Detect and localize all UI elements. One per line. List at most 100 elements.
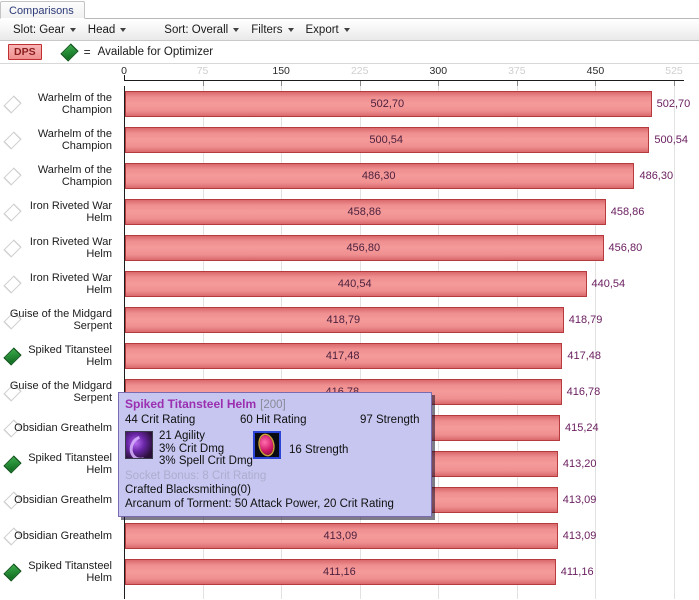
tooltip-gem1-line-1: 21 Agility [159,430,206,442]
menu-item-sort-overall[interactable]: Sort: Overall [158,20,245,40]
menu-item-head[interactable]: Head [82,20,133,40]
bar-row-label: Iron Riveted War Helm [29,235,112,261]
bar[interactable] [125,343,563,369]
x-axis-tick-labels: 0 75 150 225 300 375 450 525 [0,64,699,80]
tooltip-item-name: Spiked Titansteel Helm [125,397,257,411]
bar-row[interactable]: Obsidian Greathelm413,09413,09 [0,518,699,554]
legend-bar: DPS = Available for Optimizer [0,41,699,64]
bar-value-label: 486,30 [639,170,674,182]
menu-item-label: Head [87,23,116,36]
green-diamond-icon [59,42,79,62]
tooltip-gem1-line-2: 3% Crit Dmg [159,442,225,455]
x-axis-tick-label: 225 [350,65,369,77]
x-axis-tick-mark [359,81,361,86]
bar-row[interactable]: Guise of the Midgard Serpent 418,79 418,79 [0,302,699,338]
chevron-down-icon [343,27,350,32]
comparison-chart: 0 75 150 225 300 375 450 525 Warhelm of the Cha… [0,64,699,599]
legend-label: Available for Optimizer [97,46,214,58]
bar-row[interactable]: Spiked Titansteel Helm 417,48 417,48 [0,338,699,374]
pink-gem-icon [252,431,281,459]
tooltip-stat-2: 60 Hit Rating [240,414,307,426]
chevron-down-icon [287,27,294,32]
tooltip-socket-bonus: Socket Bonus: 8 Crit Rating [125,469,267,482]
bar-value-label: 415,24 [565,422,599,434]
bar-row-label: Spiked Titansteel Helm [28,343,112,369]
chevron-down-icon [69,27,76,32]
bar-row[interactable]: Warhelm of the Champion 502,70 502,70 [0,86,699,122]
chevron-down-icon [120,27,127,32]
tooltip-enchant-line: Arcanum of Torment: 50 Attack Power, 20 … [125,497,394,510]
x-axis-tick-label: 450 [586,65,605,77]
menu-item-label: Export [305,23,339,36]
bar-value-label: 502,70 [656,98,691,110]
bar-value-label: 417,48 [567,350,602,362]
x-axis-tick-mark [595,81,597,86]
bar-value-label: 440,54 [591,278,626,290]
bar-row-label: Iron Riveted War Helm [29,271,112,297]
menu-item-label: Sort: Overall [164,23,229,36]
purple-gem-icon [125,431,153,459]
bar-value-label: 500,54 [654,134,689,146]
bar-row[interactable]: Iron Riveted War Helm 456,80 456,80 [0,230,699,266]
bar-row-label: Warhelm of the Champion [37,91,112,117]
x-axis-tick-label: 525 [665,65,683,77]
bar-row[interactable]: Warhelm of the Champion 500,54 500,54 [0,122,699,158]
tooltip-stat-3: 97 Strength [360,414,420,426]
x-axis-tick-mark [281,81,283,86]
bar-row-label: Spiked Titansteel Helm [28,451,112,477]
tooltip-item-level: [200] [260,399,286,411]
menu-item-export[interactable]: Export [300,20,356,40]
x-axis-tick-mark [438,81,440,86]
tooltip-stats-row: 44 Crit Rating 60 Hit Rating 97 Strength [125,414,425,426]
x-axis-tick-mark [516,81,518,86]
tooltip-gems-row: 21 Agility 3% Crit Dmg 3% Spell Crit Dmg… [125,430,425,469]
tooltip-crafted-line: Crafted Blacksmithing(0) [125,483,251,496]
tooltip-gem1-line-3: 3% Spell Crit Dmg [159,455,253,467]
bar-row[interactable]: Iron Riveted War Helm 440,54 440,54 [0,266,699,302]
tooltip-gem1-text: 21 Agility 3% Crit Dmg 3% Spell Crit Dmg [159,430,253,469]
bar-row[interactable]: Iron Riveted War Helm 458,86 458,86 [0,194,699,230]
tooltip-stat-1: 44 Crit Rating [125,414,196,426]
bar[interactable] [125,271,587,297]
x-axis-tick-mark [202,81,204,86]
x-axis-tick-mark [124,75,125,81]
legend-equals-sign: = [83,45,91,59]
menu-item-label: Slot: Gear [13,23,65,36]
bar[interactable] [125,307,564,333]
dps-badge[interactable]: DPS [8,44,42,60]
bar-row-label: Spiked Titansteel Helm [28,559,112,585]
x-axis-tick-label: 375 [508,65,526,77]
bar-value-label: 418,79 [568,314,603,326]
tooltip-title-row: Spiked Titansteel Helm [200] [125,397,425,411]
bar-row-label: Warhelm of the Champion [37,127,112,153]
bar-row-label: Guise of the Midgard Serpent [9,379,112,405]
item-tooltip: Spiked Titansteel Helm [200] 44 Crit Rati… [118,392,432,517]
bar-row[interactable]: Warhelm of the Champion 486,30 486,30 [0,158,699,194]
menu-bar: Slot: Gear Head Sort: Overall Filters Export [0,19,699,41]
bar[interactable] [125,559,556,585]
chevron-down-icon [233,27,240,32]
bar[interactable] [125,91,652,117]
tab-strip: Comparisons [0,0,699,19]
x-axis-tick-mark [674,81,675,86]
bar[interactable] [125,127,650,153]
bar-row-label: Guise of the Midgard Serpent [9,307,112,333]
bar[interactable] [125,163,635,189]
menu-item-slot-gear[interactable]: Slot: Gear [7,20,82,40]
tooltip-gem2-text: 16 Strength [288,443,349,456]
bar-row-label: Obsidian Greathelm [14,421,112,434]
bar-value-label: 411,16 [560,566,594,578]
bar-value-label: 456,80 [608,242,643,254]
bar-row-label: Obsidian Greathelm [14,529,112,542]
menu-item-filters[interactable]: Filters [245,20,299,40]
bar[interactable] [125,235,604,261]
bar[interactable] [125,523,558,549]
menu-item-label: Filters [251,23,283,36]
tab-comparisons[interactable]: Comparisons [0,1,85,19]
x-axis-tick-label: 75 [196,65,209,77]
bar[interactable] [125,199,606,225]
bar-row-label: Obsidian Greathelm [14,493,112,506]
x-axis-line [124,80,684,81]
bar-row[interactable]: Spiked Titansteel Helm 411,16 411,16 [0,554,699,590]
bar-value-label: 413,20 [562,458,597,470]
